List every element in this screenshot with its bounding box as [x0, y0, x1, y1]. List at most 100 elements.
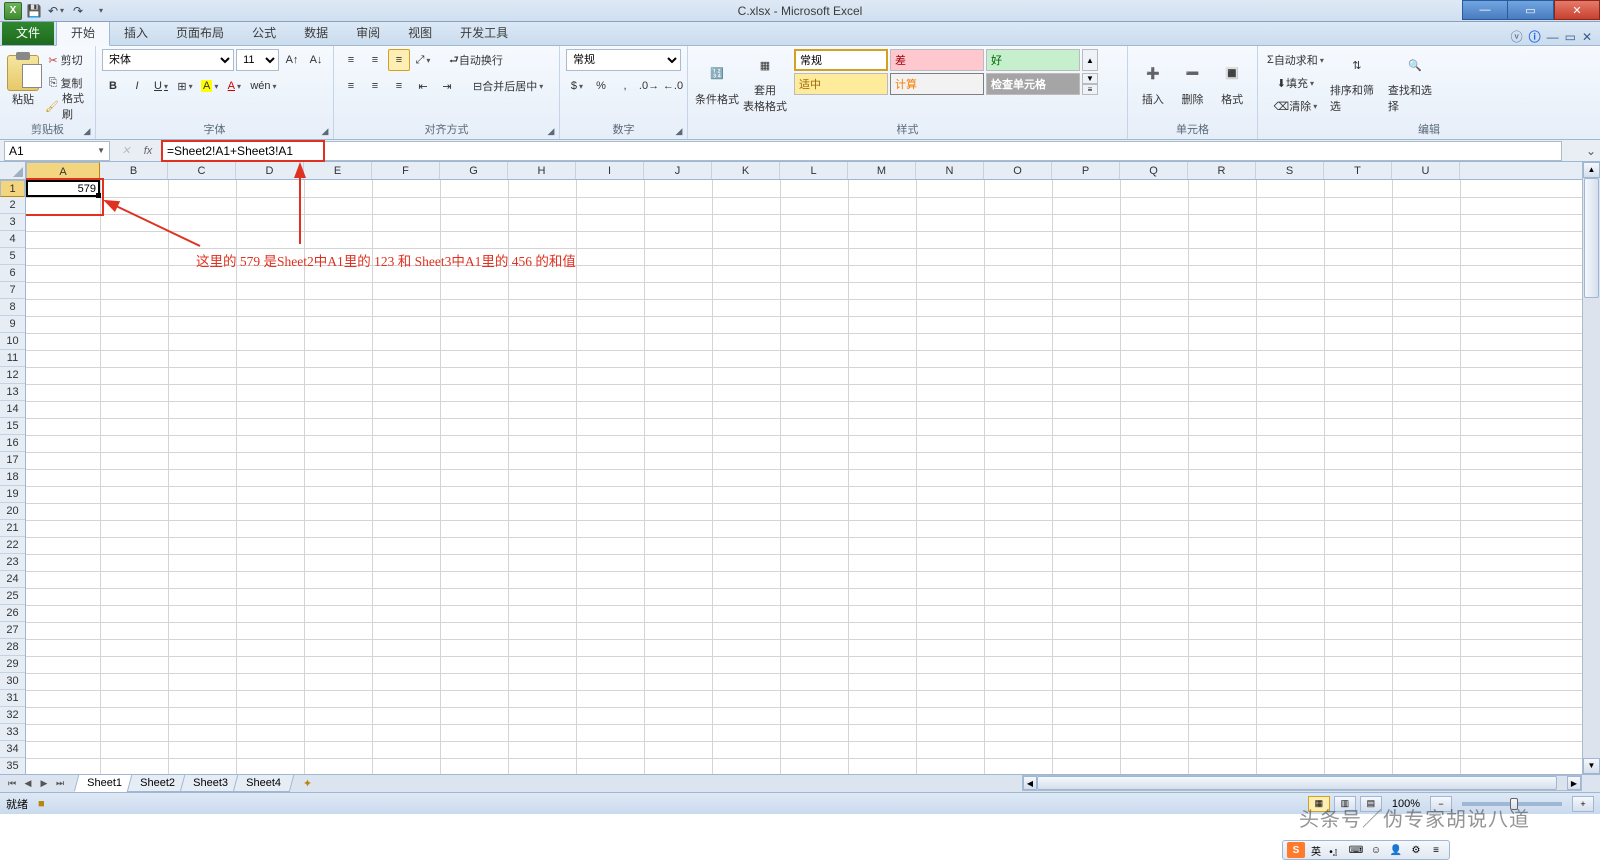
border-button[interactable]: ⊞	[174, 75, 196, 97]
clipboard-launcher[interactable]: ◢	[81, 125, 93, 137]
italic-button[interactable]: I	[126, 75, 148, 97]
doc-minimize-button[interactable]: —	[1547, 30, 1559, 44]
row-header-1[interactable]: 1	[0, 180, 25, 197]
zoom-level[interactable]: 100%	[1392, 798, 1420, 810]
zoom-in-button[interactable]: +	[1572, 796, 1594, 812]
font-color-button[interactable]: A	[223, 75, 245, 97]
find-select-button[interactable]: 🔍查找和选择	[1387, 49, 1443, 115]
tab-formulas[interactable]: 公式	[238, 20, 290, 45]
align-middle-button[interactable]: ≡	[364, 49, 386, 71]
row-header-32[interactable]: 32	[0, 707, 25, 724]
hscroll-left-button[interactable]: ◀	[1023, 776, 1037, 790]
accounting-format-button[interactable]: $	[566, 75, 588, 97]
ime-toolbar[interactable]: S 英 •』 ⌨ ☺ 👤 ⚙ ≡	[1282, 840, 1450, 860]
sheet-nav-first[interactable]: ⏮	[4, 778, 20, 789]
ime-emoji-button[interactable]: ☺	[1367, 842, 1385, 858]
view-page-layout-button[interactable]: ▥	[1334, 796, 1356, 812]
font-name-select[interactable]: 宋体	[102, 49, 234, 71]
maximize-button[interactable]: ▭	[1508, 0, 1554, 20]
style-bad[interactable]: 差	[890, 49, 984, 71]
bold-button[interactable]: B	[102, 75, 124, 97]
new-sheet-button[interactable]: ✦	[296, 777, 320, 790]
style-gallery-more[interactable]: ≡	[1082, 84, 1098, 95]
row-header-11[interactable]: 11	[0, 350, 25, 367]
row-header-22[interactable]: 22	[0, 537, 25, 554]
formula-input[interactable]: =Sheet2!A1+Sheet3!A1	[162, 141, 1562, 161]
merge-center-button[interactable]: ⊟ 合并后居中	[470, 75, 546, 97]
align-left-button[interactable]: ≡	[340, 75, 362, 97]
col-header-D[interactable]: D	[236, 162, 304, 179]
tab-file[interactable]: 文件	[2, 20, 54, 45]
col-header-J[interactable]: J	[644, 162, 712, 179]
fill-color-button[interactable]: A	[198, 75, 221, 97]
col-header-G[interactable]: G	[440, 162, 508, 179]
col-header-O[interactable]: O	[984, 162, 1052, 179]
row-header-26[interactable]: 26	[0, 605, 25, 622]
ime-sogou-icon[interactable]: S	[1287, 842, 1305, 858]
row-header-31[interactable]: 31	[0, 690, 25, 707]
col-header-M[interactable]: M	[848, 162, 916, 179]
help-button[interactable]: ⓘ	[1529, 28, 1541, 45]
style-gallery-up[interactable]: ▲	[1082, 49, 1098, 71]
sheet-nav-next[interactable]: ▶	[36, 778, 52, 789]
qat-save-button[interactable]: 💾	[24, 2, 44, 20]
ime-keyboard-button[interactable]: ⌨	[1347, 842, 1365, 858]
select-all-button[interactable]	[0, 162, 25, 180]
sheet-nav-prev[interactable]: ◀	[20, 778, 36, 789]
sheet-tab-1[interactable]: Sheet1	[74, 775, 135, 792]
sheet-tab-4[interactable]: Sheet4	[232, 775, 293, 792]
tab-insert[interactable]: 插入	[110, 20, 162, 45]
phonetic-button[interactable]: wén	[247, 75, 279, 97]
row-header-3[interactable]: 3	[0, 214, 25, 231]
fx-button[interactable]: fx	[138, 142, 158, 160]
zoom-slider-thumb[interactable]	[1510, 798, 1518, 810]
row-header-24[interactable]: 24	[0, 571, 25, 588]
increase-font-button[interactable]: A↑	[281, 49, 303, 71]
align-bottom-button[interactable]: ≡	[388, 49, 410, 71]
cell-a1[interactable]: 579	[26, 180, 100, 197]
col-header-Q[interactable]: Q	[1120, 162, 1188, 179]
increase-decimal-button[interactable]: .0→	[638, 75, 660, 97]
col-header-F[interactable]: F	[372, 162, 440, 179]
name-box-dropdown-icon[interactable]: ▼	[97, 146, 105, 155]
zoom-out-button[interactable]: −	[1430, 796, 1452, 812]
autosum-button[interactable]: Σ 自动求和	[1264, 49, 1327, 71]
row-header-14[interactable]: 14	[0, 401, 25, 418]
style-check-cell[interactable]: 检查单元格	[986, 73, 1080, 95]
style-neutral[interactable]: 适中	[794, 73, 888, 95]
tab-view[interactable]: 视图	[394, 20, 446, 45]
row-header-12[interactable]: 12	[0, 367, 25, 384]
fill-button[interactable]: ⬇ 填充	[1264, 72, 1327, 94]
percent-button[interactable]: %	[590, 75, 612, 97]
sheet-tab-2[interactable]: Sheet2	[127, 775, 188, 792]
qat-redo-button[interactable]: ↷	[68, 2, 88, 20]
delete-cells-button[interactable]: ➖删除	[1174, 49, 1212, 115]
row-header-35[interactable]: 35	[0, 758, 25, 775]
row-header-34[interactable]: 34	[0, 741, 25, 758]
style-normal[interactable]: 常规	[794, 49, 888, 71]
ime-user-button[interactable]: 👤	[1387, 842, 1405, 858]
cut-button[interactable]: ✂ 剪切	[42, 49, 89, 71]
row-header-5[interactable]: 5	[0, 248, 25, 265]
clear-button[interactable]: ⌫ 清除	[1264, 95, 1327, 117]
row-header-4[interactable]: 4	[0, 231, 25, 248]
row-header-33[interactable]: 33	[0, 724, 25, 741]
row-header-21[interactable]: 21	[0, 520, 25, 537]
col-header-R[interactable]: R	[1188, 162, 1256, 179]
row-header-19[interactable]: 19	[0, 486, 25, 503]
vscroll-thumb[interactable]	[1584, 178, 1599, 298]
row-header-27[interactable]: 27	[0, 622, 25, 639]
row-header-8[interactable]: 8	[0, 299, 25, 316]
row-header-23[interactable]: 23	[0, 554, 25, 571]
row-header-16[interactable]: 16	[0, 435, 25, 452]
name-box[interactable]: A1 ▼	[4, 141, 110, 161]
ime-menu-button[interactable]: ≡	[1427, 842, 1445, 858]
decrease-decimal-button[interactable]: ←.0	[662, 75, 684, 97]
decrease-indent-button[interactable]: ⇤	[412, 75, 434, 97]
tab-data[interactable]: 数据	[290, 20, 342, 45]
row-header-10[interactable]: 10	[0, 333, 25, 350]
col-header-S[interactable]: S	[1256, 162, 1324, 179]
style-gallery-down[interactable]: ▼	[1082, 73, 1098, 84]
row-header-17[interactable]: 17	[0, 452, 25, 469]
horizontal-scrollbar[interactable]: ◀ ▶	[1022, 775, 1582, 791]
